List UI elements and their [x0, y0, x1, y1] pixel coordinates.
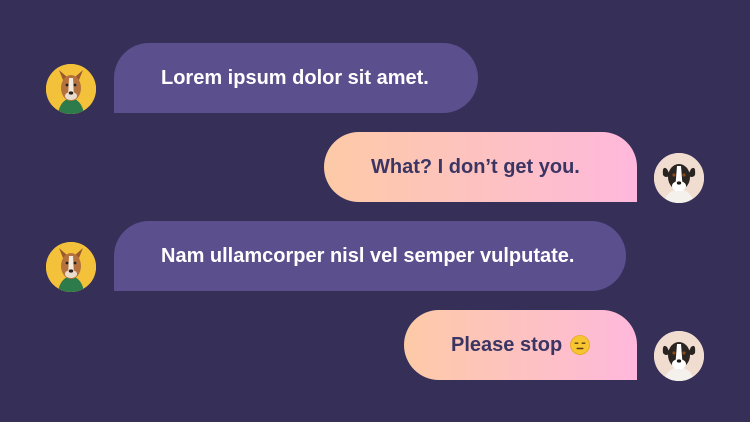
avatar-right-dog[interactable] [654, 153, 704, 203]
message-bubble-incoming[interactable]: Nam ullamcorper nisl vel semper vulputat… [114, 221, 626, 291]
avatar-left-dog[interactable] [46, 242, 96, 292]
message-row-incoming: Nam ullamcorper nisl vel semper vulputat… [0, 221, 750, 292]
message-bubble-incoming[interactable]: Lorem ipsum dolor sit amet. [114, 43, 478, 113]
message-row-outgoing: What? I don’t get you. [0, 132, 750, 203]
avatar-right-dog[interactable] [654, 331, 704, 381]
message-bubble-outgoing[interactable]: Please stop [404, 310, 637, 380]
message-row-incoming: Lorem ipsum dolor sit amet. [0, 43, 750, 114]
message-text: What? I don’t get you. [371, 155, 580, 178]
avatar-left-dog[interactable] [46, 64, 96, 114]
message-bubble-outgoing[interactable]: What? I don’t get you. [324, 132, 637, 202]
expressionless-face-icon [570, 335, 591, 355]
chat-thread: Lorem ipsum dolor sit amet. What? I don’… [0, 0, 750, 422]
message-row-outgoing: Please stop [0, 310, 750, 381]
dog-avatar-icon [46, 64, 96, 114]
dog-avatar-icon [654, 331, 704, 381]
message-text: Please stop [451, 333, 563, 356]
dog-avatar-icon [46, 242, 96, 292]
message-text: Lorem ipsum dolor sit amet. [161, 66, 429, 89]
message-text: Nam ullamcorper nisl vel semper vulputat… [161, 244, 575, 267]
dog-avatar-icon [654, 153, 704, 203]
